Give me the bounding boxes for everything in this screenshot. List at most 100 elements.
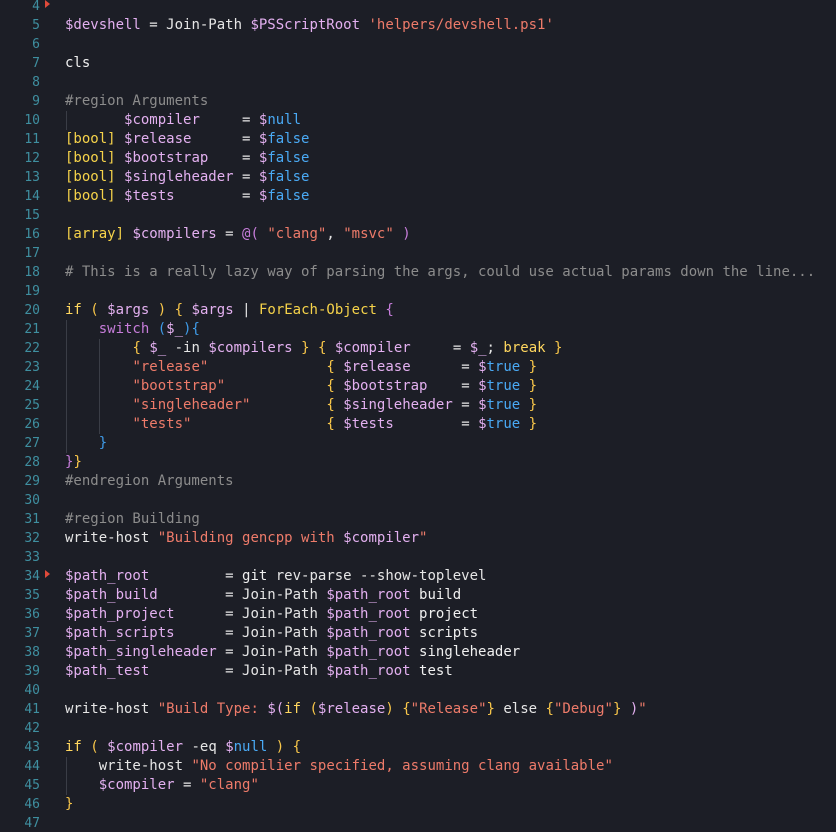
line-number: 14 bbox=[24, 189, 40, 204]
code-line[interactable]: 33 bbox=[0, 548, 836, 567]
code-line[interactable]: 22 { $_ -in $compilers } { $compiler = $… bbox=[0, 339, 836, 358]
token-plain: = bbox=[216, 226, 243, 242]
git-change-marker-icon[interactable] bbox=[45, 0, 50, 8]
token-string: 'helpers/devshell.ps1' bbox=[368, 17, 554, 33]
code-text: $path_root = git rev-parse --show-toplev… bbox=[65, 567, 486, 586]
code-line[interactable]: 13 [bool] $singleheader = $false bbox=[0, 168, 836, 187]
code-line[interactable]: 18 # This is a really lazy way of parsing… bbox=[0, 263, 836, 282]
token-variable: $( bbox=[267, 701, 285, 717]
code-line[interactable]: 23 "release" { $release = $true } bbox=[0, 358, 836, 377]
token-variable: $args bbox=[107, 302, 150, 318]
code-line[interactable]: 29 #endregion Arguments bbox=[0, 472, 836, 491]
code-line[interactable]: 46} bbox=[0, 795, 836, 814]
code-line[interactable]: 28}} bbox=[0, 453, 836, 472]
line-number: 9 bbox=[32, 94, 40, 109]
token-variable: $ bbox=[478, 397, 487, 413]
code-line[interactable]: 20 if ( $args ) { $args | ForEach-Object … bbox=[0, 301, 836, 320]
code-line[interactable]: 27 } bbox=[0, 434, 836, 453]
code-line[interactable]: 34 $path_root = git rev-parse --show-topl… bbox=[0, 567, 836, 586]
code-text: #region Building bbox=[65, 510, 200, 529]
token-variable: $singleheader bbox=[124, 169, 234, 185]
token-string: "clang" bbox=[267, 226, 327, 242]
code-line[interactable]: 42 bbox=[0, 719, 836, 738]
token-plain: Join-Path bbox=[242, 644, 318, 660]
code-line[interactable]: 6 bbox=[0, 35, 836, 54]
line-number: 28 bbox=[24, 455, 40, 470]
code-line[interactable]: 37 $path_scripts = Join-Path $path_root s… bbox=[0, 624, 836, 643]
token-string: "clang" bbox=[199, 777, 259, 793]
code-line[interactable]: 36 $path_project = Join-Path $path_root p… bbox=[0, 605, 836, 624]
code-text: write-host "Build Type: $(if ($release) … bbox=[65, 700, 647, 719]
line-number: 15 bbox=[24, 208, 40, 223]
line-number: 39 bbox=[24, 664, 40, 679]
code-line[interactable]: 11 [bool] $release = $false bbox=[0, 130, 836, 149]
line-number: 8 bbox=[32, 75, 40, 90]
code-line[interactable]: 39 $path_test = Join-Path $path_root test bbox=[0, 662, 836, 681]
code-text: "release" { $release = $true } bbox=[65, 358, 537, 377]
token-plain: = bbox=[191, 131, 259, 147]
code-line[interactable]: 38 $path_singleheader = Join-Path $path_r… bbox=[0, 643, 836, 662]
token-boolean: true bbox=[486, 416, 521, 432]
line-number: 41 bbox=[24, 702, 40, 717]
code-line[interactable]: 16 [array] $compilers = @( "clang", "msvc… bbox=[0, 225, 836, 244]
code-line[interactable]: 4 bbox=[0, 0, 836, 16]
code-line[interactable]: 9 #region Arguments bbox=[0, 92, 836, 111]
token-plain: = bbox=[149, 568, 243, 584]
code-line[interactable]: 12 [bool] $bootstrap = $false bbox=[0, 149, 836, 168]
code-text: [bool] $release = $false bbox=[65, 130, 309, 149]
token-plain: = bbox=[199, 112, 259, 128]
code-line[interactable]: 24 "bootstrap" { $bootstrap = $true } bbox=[0, 377, 836, 396]
token-command: git bbox=[242, 568, 268, 584]
token-variable: $ bbox=[478, 378, 487, 394]
code-line[interactable]: 44 write-host "No compilier specified, a… bbox=[0, 757, 836, 776]
token-plain: , bbox=[326, 226, 344, 242]
token-brace1: ) bbox=[275, 739, 285, 755]
code-line[interactable]: 21 switch ($_){ bbox=[0, 320, 836, 339]
code-line[interactable]: 26 "tests" { $tests = $true } bbox=[0, 415, 836, 434]
line-number: 46 bbox=[24, 797, 40, 812]
line-number: 5 bbox=[32, 18, 40, 33]
token-string: "Build Type: bbox=[157, 701, 268, 717]
code-line[interactable]: 41 write-host "Build Type: $(if ($release… bbox=[0, 700, 836, 719]
code-line[interactable]: 10 $compiler = $null bbox=[0, 111, 836, 130]
code-line[interactable]: 35 $path_build = Join-Path $path_root bui… bbox=[0, 586, 836, 605]
token-brace1: { bbox=[326, 416, 335, 432]
code-line[interactable]: 32 write-host "Building gencpp with $comp… bbox=[0, 529, 836, 548]
code-line[interactable]: 31 #region Building bbox=[0, 510, 836, 529]
code-editor[interactable]: 4 5 $devshell = Join-Path $PSScriptRoot 'h… bbox=[0, 0, 836, 832]
token-plain: -in bbox=[166, 340, 209, 356]
token-variable: $compilers bbox=[132, 226, 217, 242]
token-variable: $ bbox=[478, 359, 487, 375]
token-variable: $path_root bbox=[326, 625, 411, 641]
git-change-marker-icon[interactable] bbox=[45, 570, 50, 578]
code-line[interactable]: 43 if ( $compiler -eq $null ) { bbox=[0, 738, 836, 757]
code-line[interactable]: 25 "singleheader" { $singleheader = $tru… bbox=[0, 396, 836, 415]
token-plain: = bbox=[410, 359, 479, 375]
token-variable: $tests bbox=[343, 416, 394, 432]
line-number: 32 bbox=[24, 531, 40, 546]
code-line[interactable]: 47 bbox=[0, 814, 836, 832]
code-line[interactable]: 45 $compiler = "clang" bbox=[0, 776, 836, 795]
code-line[interactable]: 17 bbox=[0, 244, 836, 263]
code-text: } bbox=[65, 795, 73, 814]
code-line[interactable]: 5 $devshell = Join-Path $PSScriptRoot 'he… bbox=[0, 16, 836, 35]
code-line[interactable]: 15 bbox=[0, 206, 836, 225]
code-line[interactable]: 30 bbox=[0, 491, 836, 510]
code-line[interactable]: 19 bbox=[0, 282, 836, 301]
code-line[interactable]: 7 cls bbox=[0, 54, 836, 73]
code-line[interactable]: 40 bbox=[0, 681, 836, 700]
code-line[interactable]: 14 [bool] $tests = $false bbox=[0, 187, 836, 206]
code-line[interactable]: 8 bbox=[0, 73, 836, 92]
code-text: $path_singleheader = Join-Path $path_roo… bbox=[65, 643, 520, 662]
